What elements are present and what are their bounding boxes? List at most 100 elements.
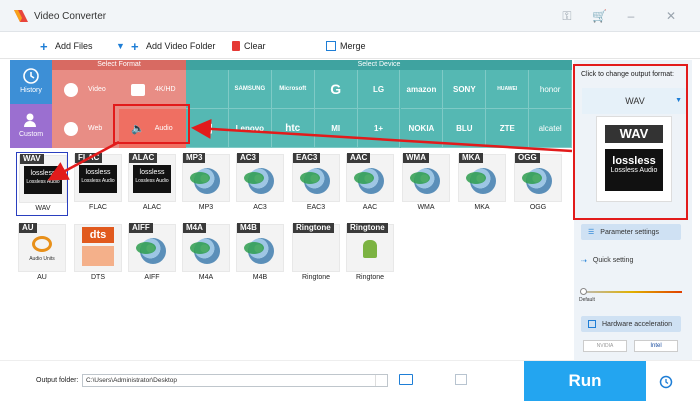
android-ringtone-icon xyxy=(363,240,377,258)
select-format-header: Select Format xyxy=(52,60,186,70)
bottom-bar: Output folder: C:\Users\Administrator\De… xyxy=(0,360,700,407)
output-folder-label: Output folder: xyxy=(36,377,79,384)
format-tile-ringtone-android[interactable]: Ringtone Ringtone xyxy=(344,222,396,286)
device-microsoft[interactable]: Microsoft xyxy=(271,70,315,109)
minimize-button[interactable]: – xyxy=(624,9,638,23)
format-web-label: Web xyxy=(88,125,103,132)
4k-icon xyxy=(131,83,145,96)
merge-button[interactable]: Merge xyxy=(326,39,366,53)
checkbox-icon xyxy=(588,320,596,328)
device-grid: SAMSUNG Microsoft G LG amazon SONY HUAWE… xyxy=(186,70,573,148)
annotation-output-highlight xyxy=(573,64,688,220)
device-lenovo[interactable]: Lenovo xyxy=(228,109,272,148)
windows-icon: ⊞ xyxy=(201,119,213,136)
quick-setting: ⇢ Quick setting xyxy=(581,257,634,265)
format-tile-mka[interactable]: MKA MKA xyxy=(456,152,508,216)
format-tile-m4b[interactable]: M4B M4B xyxy=(234,222,286,286)
cart-icon[interactable]: 🛒 xyxy=(592,9,607,23)
format-tile-alac[interactable]: ALAC lossless Lossless Audio ALAC xyxy=(126,152,178,216)
user-icon xyxy=(24,113,36,127)
format-video-label: Video xyxy=(88,86,106,93)
format-tile-au[interactable]: AU Audio Units AU xyxy=(16,222,68,286)
format-4k-label: 4K/HD xyxy=(155,86,176,93)
chrome-icon xyxy=(64,121,78,136)
format-tile-m4a[interactable]: M4A M4A xyxy=(180,222,232,286)
format-tile-aac[interactable]: AAC AAC xyxy=(344,152,396,216)
dts-badge-icon xyxy=(82,246,114,266)
format-tile-ogg[interactable]: OGG OGG xyxy=(512,152,564,216)
lossless-badge: lossless Lossless Audio xyxy=(24,166,62,194)
device-amazon[interactable]: amazon xyxy=(400,70,444,109)
format-tile-aiff[interactable]: AIFF AIFF xyxy=(126,222,178,286)
format-video[interactable]: Video xyxy=(52,70,119,109)
device-blu[interactable]: BLU xyxy=(443,109,487,148)
quality-slider[interactable] xyxy=(580,288,682,295)
format-tile-ringtone-iphone[interactable]: Ringtone Ringtone xyxy=(290,222,342,286)
device-sony[interactable]: SONY xyxy=(443,70,487,109)
audio-waves-icon xyxy=(32,236,52,252)
device-windows[interactable]: ⊞ xyxy=(186,109,229,148)
add-files-label: Add Files xyxy=(55,41,93,51)
intel-option[interactable]: Intel xyxy=(634,340,678,352)
format-tile-ac3[interactable]: AC3 AC3 xyxy=(234,152,286,216)
device-zte[interactable]: ZTE xyxy=(486,109,530,148)
history-tab[interactable]: History xyxy=(10,60,52,104)
merge-icon xyxy=(326,41,336,51)
device-lg[interactable]: LG xyxy=(357,70,401,109)
format-tile-wma[interactable]: WMA WMA xyxy=(400,152,452,216)
device-oneplus[interactable]: 1+ xyxy=(357,109,401,148)
parameter-settings-button[interactable]: ☰ Parameter settings xyxy=(581,224,681,240)
format-tile-eac3[interactable]: EAC3 EAC3 xyxy=(290,152,342,216)
close-button[interactable]: ✕ xyxy=(664,9,678,23)
main-area: History Custom Select Format Video 4K/HD… xyxy=(10,60,573,360)
format-web[interactable]: Web xyxy=(52,109,119,148)
format-tile-wav[interactable]: WAV lossless Lossless Audio WAV xyxy=(16,152,68,216)
plus-icon: + xyxy=(40,38,48,54)
slider-handle[interactable] xyxy=(580,288,587,295)
device-xiaomi[interactable]: MI xyxy=(314,109,358,148)
dropdown-arrow-icon: ▼ xyxy=(116,40,125,51)
clear-label: Clear xyxy=(244,41,266,51)
clock-icon xyxy=(23,68,39,84)
device-samsung[interactable]: SAMSUNG xyxy=(228,70,272,109)
clear-button[interactable]: Clear xyxy=(232,39,266,53)
folder-open-icon[interactable] xyxy=(455,374,467,385)
add-video-folder-button[interactable]: ▼ + Add Video Folder xyxy=(116,39,215,53)
play-icon xyxy=(64,82,78,97)
annotation-audio-highlight xyxy=(113,104,190,144)
custom-tab[interactable]: Custom xyxy=(10,104,52,148)
lossless-badge: lossless Lossless Audio xyxy=(79,165,117,193)
default-label: Default xyxy=(579,297,595,303)
device-alcatel[interactable]: alcatel xyxy=(529,109,573,148)
hardware-acceleration-button[interactable]: Hardware acceleration xyxy=(581,316,681,332)
title-bar: Video Converter ⚿ 🛒 – ✕ xyxy=(0,0,700,32)
nvidia-option[interactable]: NVIDIA xyxy=(583,340,627,352)
device-apple[interactable] xyxy=(186,70,229,109)
dropdown-arrow-icon[interactable] xyxy=(375,375,387,386)
trash-icon xyxy=(232,41,240,51)
app-logo-icon xyxy=(14,10,28,22)
alarm-clock-icon[interactable] xyxy=(658,373,674,389)
plus-icon: + xyxy=(131,38,139,54)
merge-label: Merge xyxy=(340,41,366,51)
custom-label: Custom xyxy=(18,131,44,138)
device-honor[interactable]: honor xyxy=(529,70,573,109)
select-device-header: Select Device xyxy=(186,60,572,70)
device-google[interactable]: G xyxy=(314,70,358,109)
add-files-button[interactable]: + Add Files xyxy=(40,39,93,53)
sliders-icon: ☰ xyxy=(588,229,595,236)
output-folder-input[interactable]: C:\Users\Administrator\Desktop xyxy=(82,374,388,387)
add-video-folder-label: Add Video Folder xyxy=(146,41,216,51)
run-button[interactable]: Run xyxy=(524,361,646,401)
format-tile-flac[interactable]: FLAC lossless Lossless Audio FLAC xyxy=(72,152,124,216)
app-title: Video Converter xyxy=(34,11,107,22)
apple-ringtone-icon xyxy=(306,240,326,260)
device-htc[interactable]: htc xyxy=(271,109,315,148)
key-icon[interactable]: ⚿ xyxy=(560,9,574,23)
format-tile-dts[interactable]: dts DTS xyxy=(72,222,124,286)
left-tabs: History Custom xyxy=(10,60,52,148)
format-tile-mp3[interactable]: MP3 MP3 xyxy=(180,152,232,216)
folder-icon[interactable] xyxy=(399,374,413,385)
device-nokia[interactable]: NOKIA xyxy=(400,109,444,148)
device-huawei[interactable]: HUAWEI xyxy=(486,70,530,109)
